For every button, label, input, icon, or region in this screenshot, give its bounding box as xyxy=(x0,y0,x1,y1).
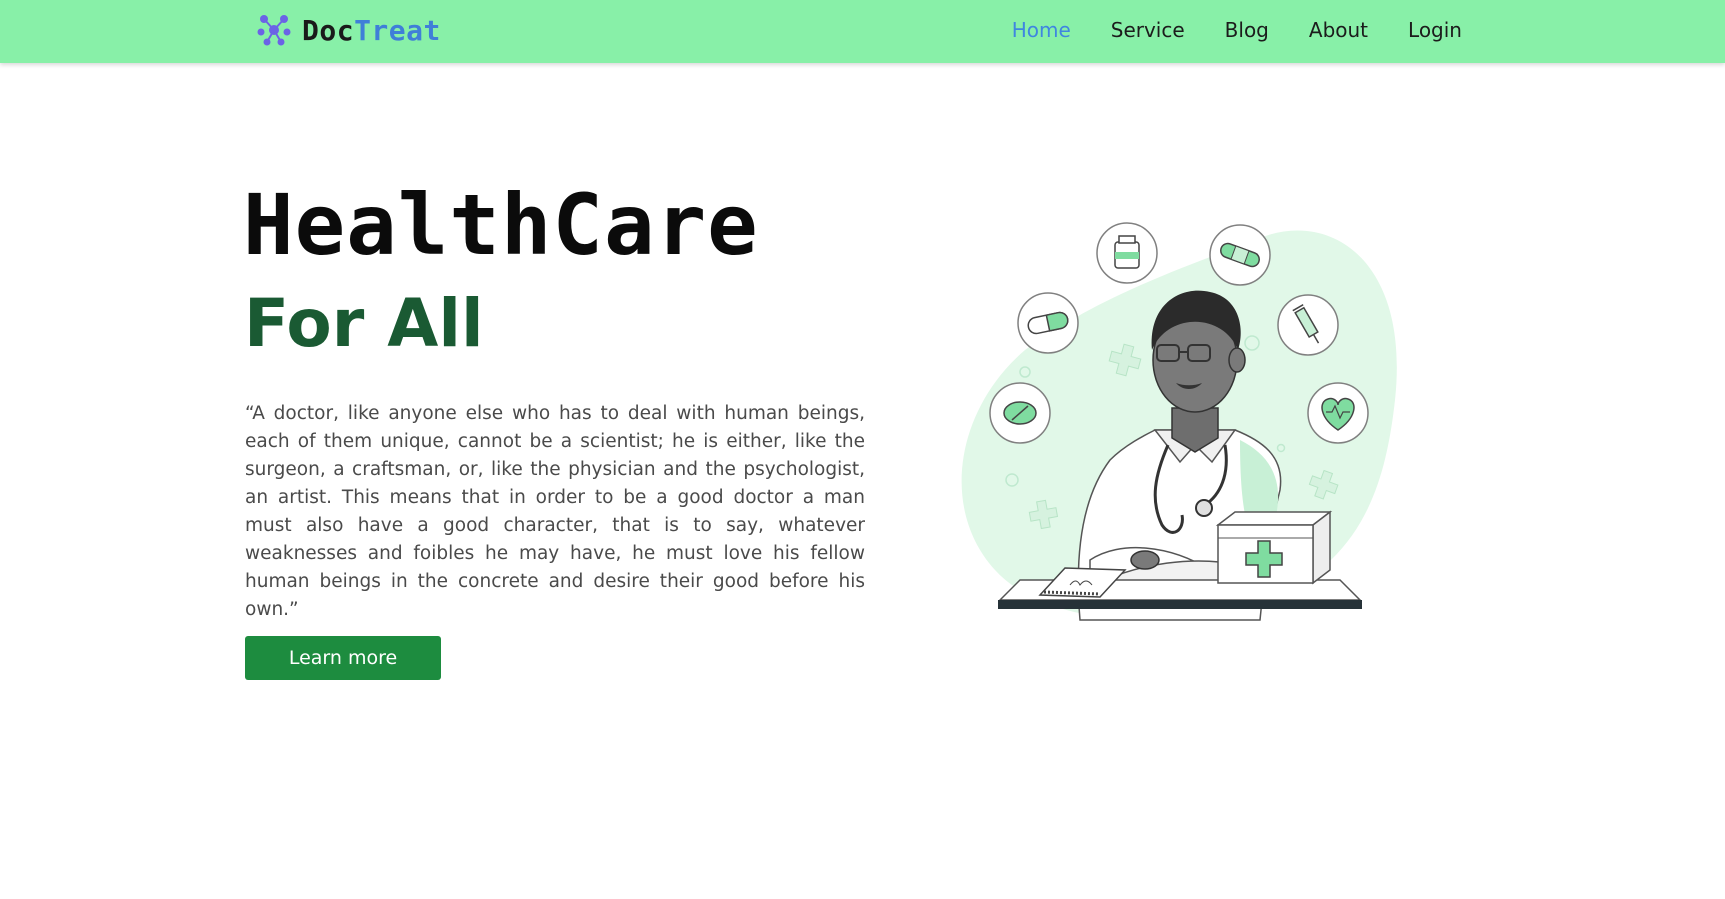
nav-item: Service xyxy=(1111,18,1185,42)
bandage-icon xyxy=(1209,224,1271,286)
nav-item: About xyxy=(1309,18,1368,42)
hero-quote: “A doctor, like anyone else who has to d… xyxy=(245,403,865,620)
brand-name-part1: Doc xyxy=(302,13,355,47)
learn-more-button[interactable]: Learn more xyxy=(245,636,441,680)
nav-menu: Home Service Blog About Login xyxy=(1012,18,1462,42)
nav-link-about[interactable]: About xyxy=(1309,18,1368,42)
hero-title: HealthCare xyxy=(243,176,759,274)
brand-name-part2: Treat xyxy=(354,13,441,47)
nav-link-blog[interactable]: Blog xyxy=(1225,18,1269,42)
nav-item: Blog xyxy=(1225,18,1269,42)
syringe-icon xyxy=(1277,294,1339,356)
navbar: DocTreat Home Service Blog About Login xyxy=(0,0,1725,63)
brand-logo-link[interactable]: DocTreat xyxy=(256,10,441,50)
nav-link-home[interactable]: Home xyxy=(1012,18,1071,42)
capsule-icon xyxy=(1017,292,1079,354)
hero-subtitle: For All xyxy=(244,285,484,362)
pill-icon xyxy=(989,382,1051,444)
nav-item: Login xyxy=(1408,18,1462,42)
nav-item: Home xyxy=(1012,18,1071,42)
brand-name: DocTreat xyxy=(302,14,441,47)
heart-pulse-icon xyxy=(1307,382,1369,444)
medicine-jar-icon xyxy=(1096,222,1158,284)
doctor-illustration xyxy=(961,222,1397,621)
nav-link-service[interactable]: Service xyxy=(1111,18,1185,42)
molecule-icon xyxy=(257,15,291,46)
first-aid-kit-icon xyxy=(1215,510,1333,585)
nav-link-login[interactable]: Login xyxy=(1408,18,1462,42)
